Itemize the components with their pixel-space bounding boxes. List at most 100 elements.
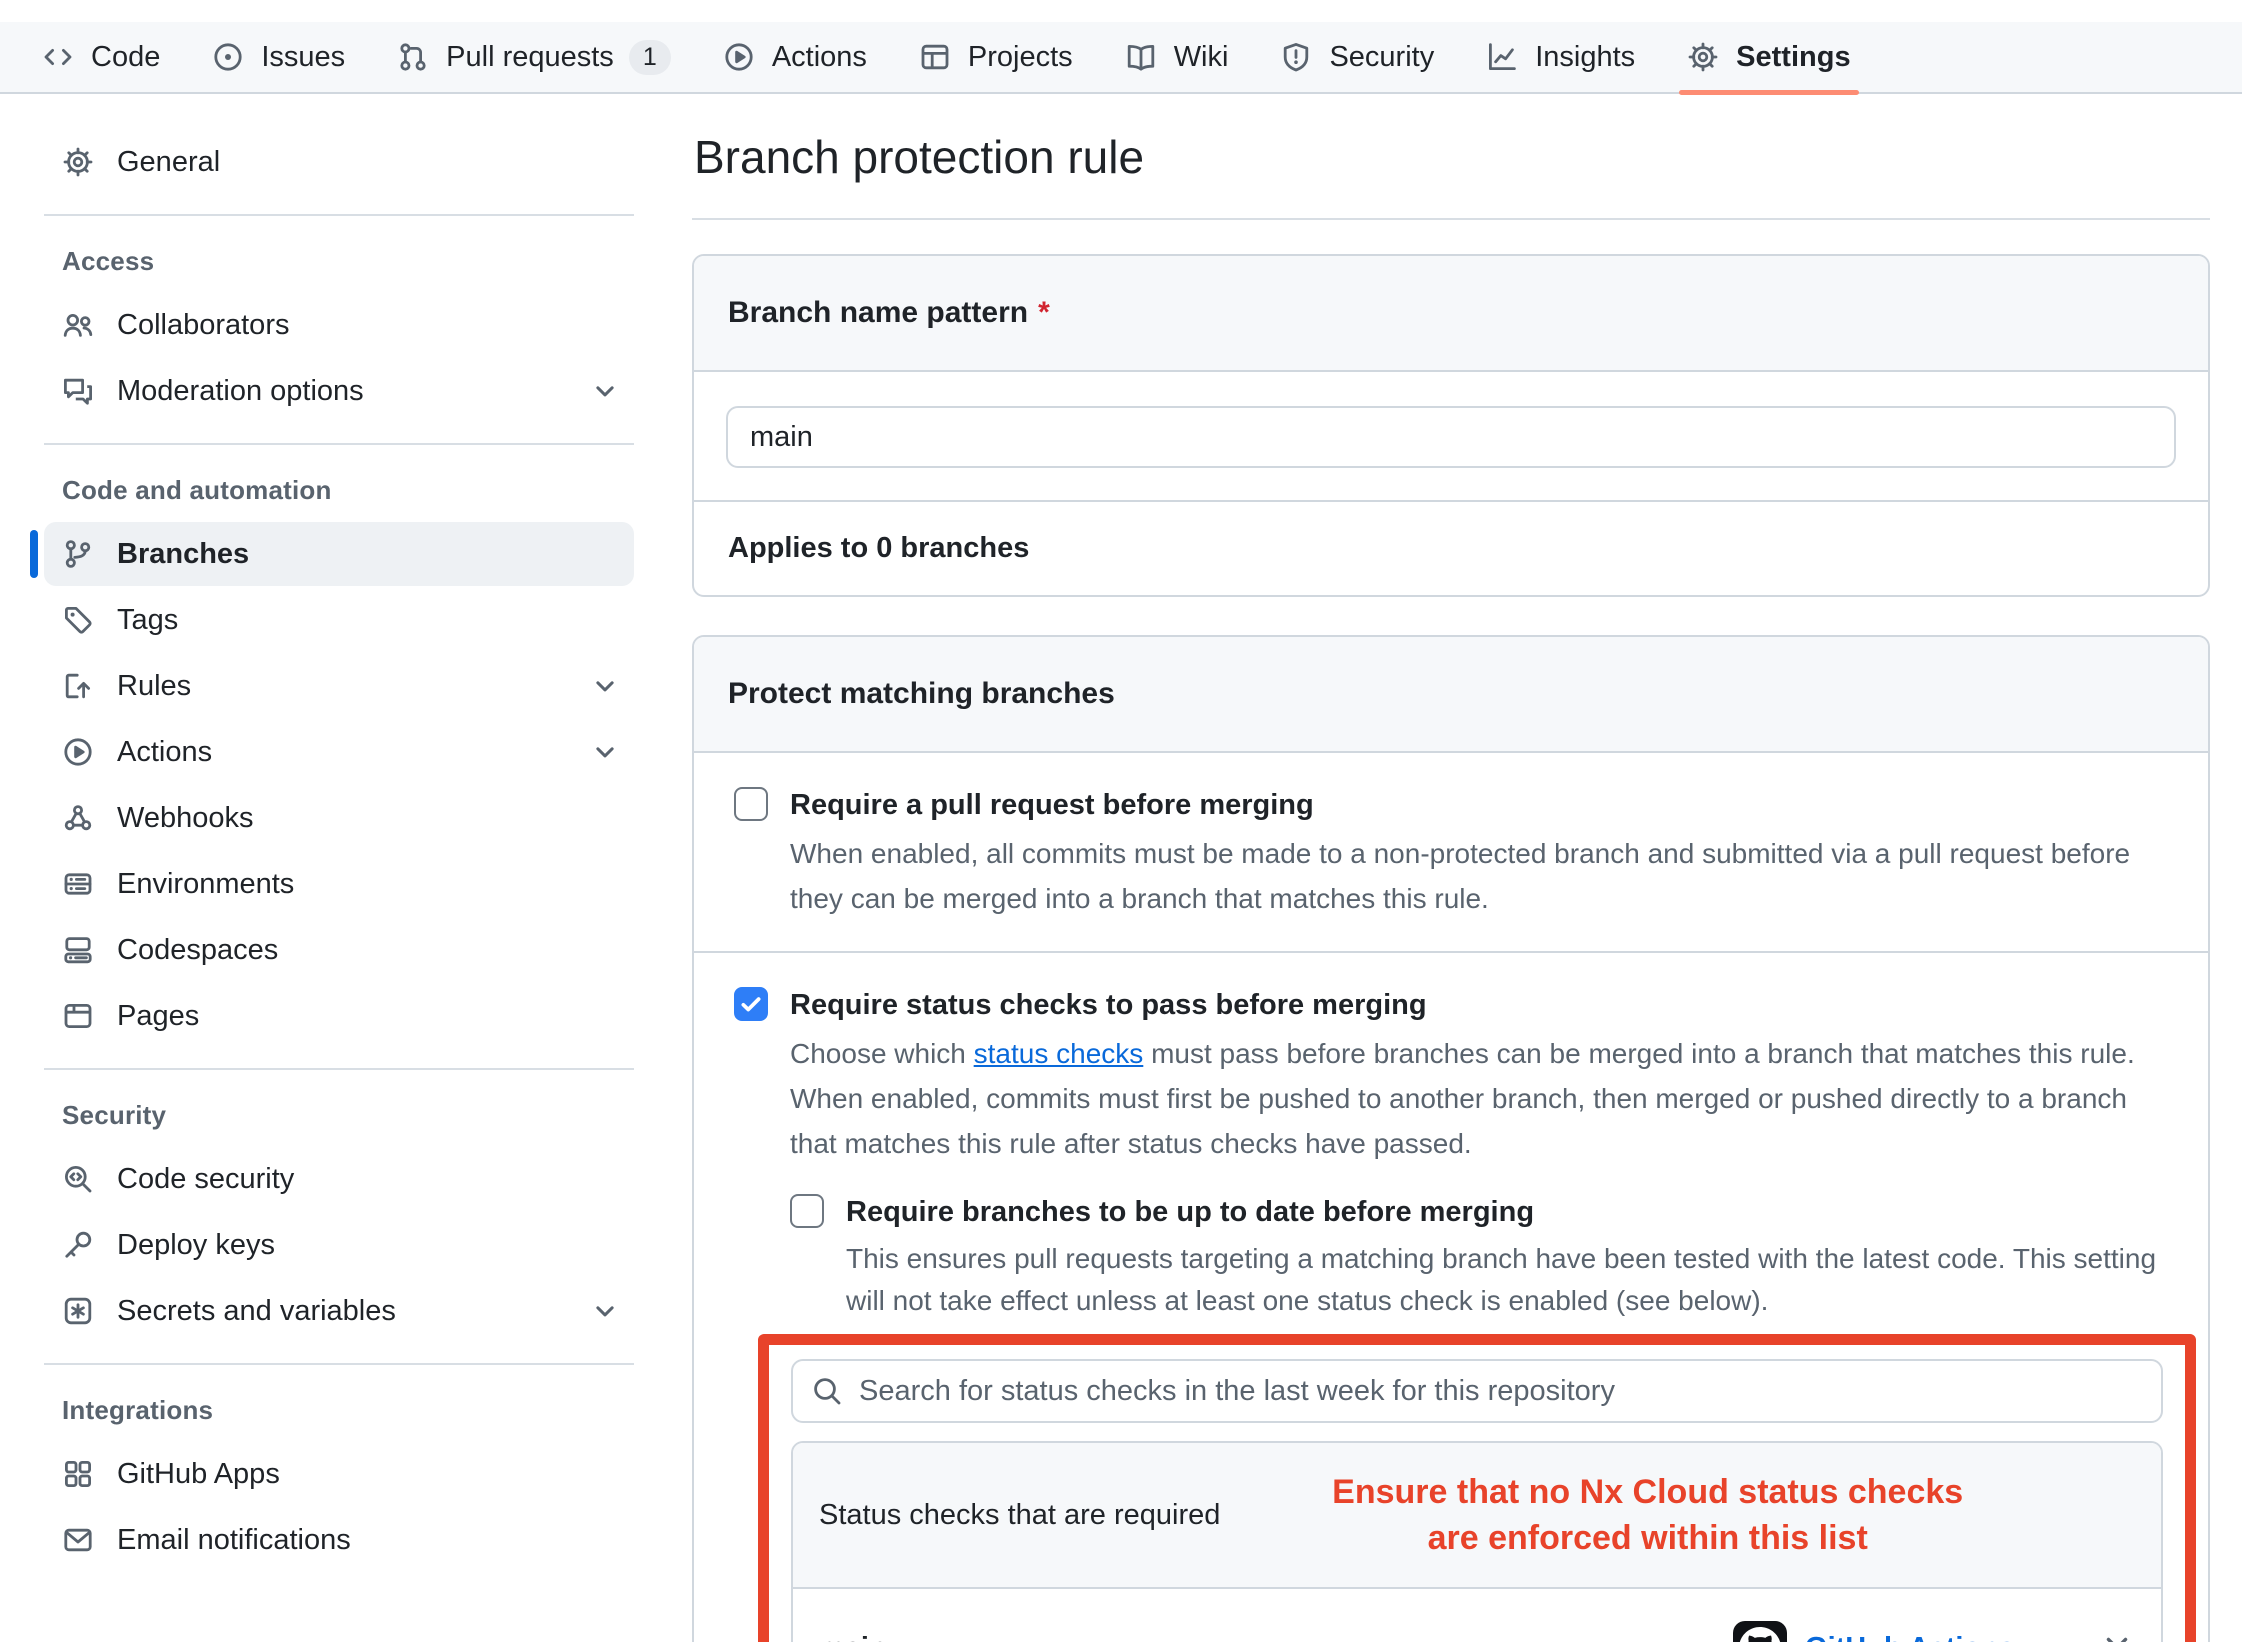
require-status-checks-title: Require status checks to pass before mer… [790, 985, 1427, 1025]
graph-icon [1486, 41, 1518, 73]
nx-cloud-annotation: Ensure that no Nx Cloud status checks ar… [1220, 1469, 2135, 1561]
applies-to-branches-text: Applies to 0 branches [694, 500, 2208, 595]
tab-code[interactable]: Code [26, 21, 176, 93]
sidebar-section-integrations: Integrations [30, 1383, 634, 1440]
sidebar-divider [44, 1068, 634, 1070]
sidebar-item-label: General [117, 146, 220, 179]
require-status-checks-option-row: Require status checks to pass before mer… [694, 951, 2208, 1642]
shield-icon [1280, 41, 1312, 73]
required-status-checks-header: Status checks that are required Ensure t… [793, 1443, 2161, 1589]
description-text: Choose which [790, 1038, 974, 1069]
table-icon [919, 41, 951, 73]
sidebar-item-label: Secrets and variables [117, 1295, 396, 1328]
git-branch-icon [62, 538, 94, 570]
check-icon [738, 991, 764, 1017]
status-checks-link[interactable]: status checks [974, 1038, 1144, 1069]
protect-matching-branches-header: Protect matching branches [694, 637, 2208, 753]
code-scan-icon [62, 1163, 94, 1195]
status-check-row-main: main GitHub Actions [793, 1589, 2161, 1642]
sidebar-item-rules[interactable]: Rules [44, 654, 634, 718]
sidebar-item-moderation-options[interactable]: Moderation options [44, 359, 634, 423]
pull-requests-count-badge: 1 [629, 40, 671, 75]
sidebar-item-label: Pages [117, 1000, 199, 1033]
codespaces-icon [62, 934, 94, 966]
sidebar-item-code-security[interactable]: Code security [44, 1147, 634, 1211]
github-mark-icon [1733, 1621, 1787, 1642]
tab-projects[interactable]: Projects [903, 21, 1089, 93]
tab-actions[interactable]: Actions [707, 21, 883, 93]
tab-security[interactable]: Security [1264, 21, 1450, 93]
require-pr-option-row: Require a pull request before merging Wh… [694, 753, 2208, 951]
require-up-to-date-title: Require branches to be up to date before… [846, 1192, 1534, 1232]
require-status-checks-description: Choose which status checks must pass bef… [790, 1031, 2168, 1166]
people-icon [62, 309, 94, 341]
top-nav-wrap: Code Issues Pull requests 1 Actions Proj… [0, 0, 2242, 94]
sidebar-item-actions[interactable]: Actions [44, 720, 634, 784]
tab-label: Wiki [1174, 41, 1229, 74]
sidebar-item-email-notifications[interactable]: Email notifications [44, 1508, 634, 1572]
server-icon [62, 868, 94, 900]
sidebar-item-deploy-keys[interactable]: Deploy keys [44, 1213, 634, 1277]
require-pr-title: Require a pull request before merging [790, 785, 1314, 825]
chevron-down-icon [590, 376, 620, 406]
tab-pull-requests[interactable]: Pull requests 1 [381, 21, 687, 93]
sidebar-divider [44, 214, 634, 216]
required-status-checks-box: Status checks that are required Ensure t… [791, 1441, 2163, 1642]
book-icon [1125, 41, 1157, 73]
required-asterisk: * [1038, 296, 1050, 329]
sidebar-item-label: Codespaces [117, 934, 278, 967]
chevron-down-icon [590, 671, 620, 701]
sidebar-item-label: Moderation options [117, 375, 364, 408]
sidebar-item-pages[interactable]: Pages [44, 984, 634, 1048]
key-icon [62, 1229, 94, 1261]
tab-insights[interactable]: Insights [1470, 21, 1651, 93]
annotation-line-2: are enforced within this list [1428, 1519, 1868, 1557]
caret-down-icon[interactable] [2037, 1634, 2071, 1642]
branch-name-pattern-card: Branch name pattern * Applies to 0 branch… [692, 254, 2210, 597]
require-pr-checkbox[interactable] [734, 787, 768, 821]
github-settings-page: Code Issues Pull requests 1 Actions Proj… [0, 0, 2242, 1642]
tab-issues[interactable]: Issues [196, 21, 361, 93]
require-up-to-date-description: This ensures pull requests targeting a m… [846, 1238, 2168, 1322]
tab-label: Code [91, 41, 160, 74]
remove-status-check-icon[interactable] [2099, 1630, 2135, 1642]
sidebar-item-tags[interactable]: Tags [44, 588, 634, 652]
sidebar-section-access: Access [30, 234, 634, 291]
tab-label: Issues [261, 41, 345, 74]
sidebar-item-label: Actions [117, 736, 212, 769]
status-check-search-input[interactable] [791, 1359, 2163, 1423]
sidebar-item-environments[interactable]: Environments [44, 852, 634, 916]
sidebar-item-branches[interactable]: Branches [44, 522, 634, 586]
sidebar-item-general[interactable]: General [44, 130, 634, 194]
sidebar-item-collaborators[interactable]: Collaborators [44, 293, 634, 357]
tab-label: Security [1329, 41, 1434, 74]
code-icon [42, 41, 74, 73]
rules-icon [62, 670, 94, 702]
sidebar-item-secrets-variables[interactable]: Secrets and variables [44, 1279, 634, 1343]
sidebar-item-codespaces[interactable]: Codespaces [44, 918, 634, 982]
sidebar-item-label: Branches [117, 538, 249, 571]
key-asterisk-icon [62, 1295, 94, 1327]
tag-icon [62, 604, 94, 636]
tab-wiki[interactable]: Wiki [1109, 21, 1245, 93]
branch-name-input-row [694, 372, 2208, 500]
gear-icon [1687, 41, 1719, 73]
branch-name-pattern-label: Branch name pattern [728, 296, 1028, 329]
tab-label: Insights [1535, 41, 1635, 74]
sidebar-item-webhooks[interactable]: Webhooks [44, 786, 634, 850]
protect-matching-branches-card: Protect matching branches Require a pull… [692, 635, 2210, 1642]
require-status-checks-checkbox[interactable] [734, 987, 768, 1021]
play-icon [62, 736, 94, 768]
branch-name-pattern-input[interactable] [726, 406, 2176, 468]
status-check-search [791, 1359, 2163, 1423]
github-actions-link[interactable]: GitHub Actions [1805, 1632, 2015, 1642]
webhook-icon [62, 802, 94, 834]
require-pr-description: When enabled, all commits must be made t… [790, 831, 2168, 921]
tab-settings[interactable]: Settings [1671, 21, 1866, 93]
require-up-to-date-checkbox[interactable] [790, 1194, 824, 1228]
title-divider [692, 218, 2210, 220]
annotation-highlight-box: Status checks that are required Ensure t… [758, 1334, 2196, 1642]
tab-label: Actions [772, 41, 867, 74]
mail-icon [62, 1524, 94, 1556]
sidebar-item-github-apps[interactable]: GitHub Apps [44, 1442, 634, 1506]
